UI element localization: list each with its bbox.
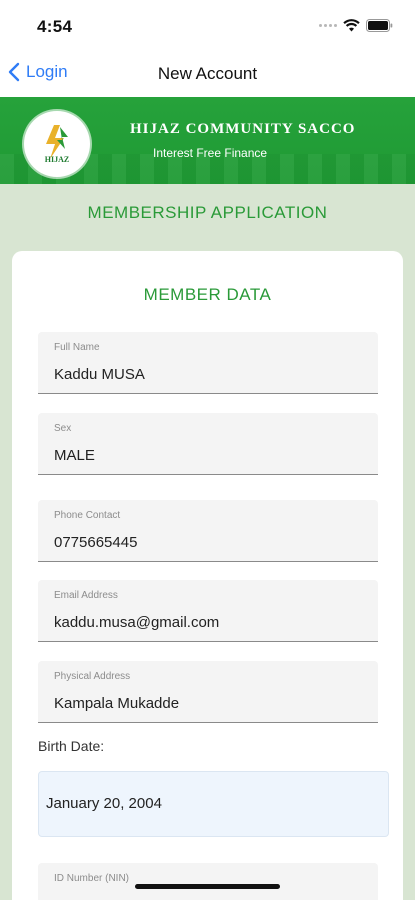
page-title: New Account: [157, 64, 258, 83]
id-number-field[interactable]: ID Number (NIN): [38, 863, 378, 900]
field-value: Kampala Mukadde: [54, 695, 180, 712]
battery-icon: [366, 19, 393, 32]
wifi-icon: [343, 19, 360, 32]
physical-address-field[interactable]: Physical Address Kampala Mukadde: [38, 661, 378, 723]
birth-date-label: Birth Date:: [38, 738, 105, 754]
field-label: Sex: [54, 423, 72, 434]
birth-date-picker[interactable]: January 20, 2004: [38, 771, 389, 837]
email-address-field[interactable]: Email Address kaddu.musa@gmail.com: [38, 580, 378, 642]
home-indicator: [135, 884, 280, 889]
field-label: ID Number (NIN): [54, 873, 130, 884]
field-value: MALE: [54, 447, 95, 464]
status-bar: 4:54: [0, 0, 415, 52]
birth-date-value: January 20, 2004: [46, 795, 162, 812]
sacco-logo: HIJAZ: [24, 111, 90, 177]
field-label: Physical Address: [54, 671, 131, 682]
status-icons: [319, 19, 393, 32]
signal-icon: [319, 24, 337, 27]
field-value: kaddu.musa@gmail.com: [54, 614, 220, 631]
sacco-banner: HIJAZ HIJAZ COMMUNITY SACCO Interest Fre…: [0, 97, 415, 184]
field-label: Email Address: [54, 590, 118, 601]
logo-text: HIJAZ: [44, 155, 70, 164]
card-heading: MEMBER DATA: [143, 285, 272, 304]
full-name-field[interactable]: Full Name Kaddu MUSA: [38, 332, 378, 394]
section-heading: MEMBERSHIP APPLICATION: [87, 203, 328, 222]
banner-title: HIJAZ COMMUNITY SACCO: [130, 121, 356, 137]
member-data-card: MEMBER DATA Full Name Kaddu MUSA Sex MAL…: [12, 251, 403, 900]
navigation-bar: Login New Account: [0, 52, 415, 97]
logo-emblem-icon: [46, 125, 68, 159]
status-time: 4:54: [37, 17, 73, 36]
banner-subtitle: Interest Free Finance: [153, 146, 268, 160]
field-value: Kaddu MUSA: [54, 366, 145, 383]
phone-contact-field[interactable]: Phone Contact 0775665445: [38, 500, 378, 562]
field-label: Phone Contact: [54, 510, 121, 521]
sex-field[interactable]: Sex MALE: [38, 413, 378, 475]
field-value: 0775665445: [54, 534, 138, 551]
field-label: Full Name: [54, 342, 100, 353]
